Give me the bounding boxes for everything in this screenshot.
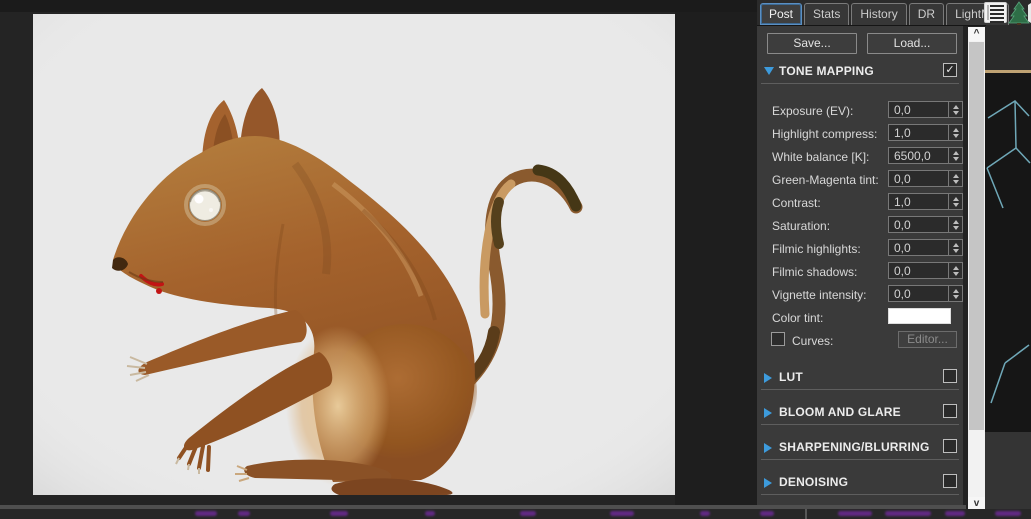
wireframe-lines — [985, 73, 1031, 432]
lut-checkbox[interactable] — [943, 369, 957, 383]
tab-history[interactable]: History — [851, 3, 906, 25]
param-label: Vignette intensity: — [772, 288, 867, 302]
color-tint-row: Color tint: — [757, 308, 963, 331]
section-title: LUT — [779, 370, 803, 384]
render-elements-icon[interactable] — [984, 2, 1007, 23]
curves-checkbox[interactable] — [771, 332, 785, 346]
param-row: Green-Magenta tint: 0,0 — [757, 170, 963, 193]
chevron-down-icon — [764, 67, 774, 75]
spinner-arrows[interactable] — [949, 285, 963, 302]
wireframe-viewport — [985, 73, 1031, 432]
vignette-intensity-input[interactable]: 0,0 — [888, 285, 963, 302]
bottom-background-bar — [0, 509, 1031, 519]
framebuffer-top-strip — [0, 0, 757, 12]
chevron-right-icon — [764, 478, 772, 488]
curves-label: Curves: — [792, 334, 833, 348]
chevron-right-icon — [764, 443, 772, 453]
section-bloom-and-glare[interactable]: BLOOM AND GLARE — [761, 404, 959, 425]
section-lut[interactable]: LUT — [761, 369, 959, 390]
tab-dr[interactable]: DR — [909, 3, 944, 25]
section-title: BLOOM AND GLARE — [779, 405, 901, 419]
param-label: Filmic highlights: — [772, 242, 861, 256]
param-row: Highlight compress: 1,0 — [757, 124, 963, 147]
section-denoising[interactable]: DENOISING — [761, 474, 959, 495]
color-tint-swatch[interactable] — [888, 308, 951, 324]
background-viewport-sliver — [985, 0, 1031, 519]
param-row: Contrast: 1,0 — [757, 193, 963, 216]
post-settings-panel: Save... Load... TONE MAPPING ✓ Exposure … — [757, 0, 963, 505]
tab-post[interactable]: Post — [760, 3, 802, 25]
load-button[interactable]: Load... — [867, 33, 957, 54]
scroll-up-button[interactable]: ^ — [968, 27, 985, 41]
bottom-divider — [805, 509, 807, 519]
tone-mapping-params: Exposure (EV): 0,0 Highlight compress: 1… — [757, 101, 963, 354]
saturation-input[interactable]: 0,0 — [888, 216, 963, 233]
section-title: SHARPENING/BLURRING — [779, 440, 929, 454]
param-row: White balance [K]: 6500,0 — [757, 147, 963, 170]
chevron-right-icon — [764, 408, 772, 418]
spinner-arrows[interactable] — [949, 101, 963, 118]
tone-mapping-checkbox[interactable]: ✓ — [943, 63, 957, 77]
app-window: Save... Load... TONE MAPPING ✓ Exposure … — [0, 0, 1031, 519]
section-title: DENOISING — [779, 475, 848, 489]
param-row: Filmic shadows: 0,0 — [757, 262, 963, 285]
param-label: Green-Magenta tint: — [772, 173, 879, 187]
spinner-arrows[interactable] — [949, 262, 963, 279]
param-row: Filmic highlights: 0,0 — [757, 239, 963, 262]
section-sharpening-blurring[interactable]: SHARPENING/BLURRING — [761, 439, 959, 460]
param-label: Highlight compress: — [772, 127, 877, 141]
param-label: Saturation: — [772, 219, 830, 233]
spinner-arrows[interactable] — [949, 239, 963, 256]
param-label: Color tint: — [772, 311, 823, 325]
tab-stats[interactable]: Stats — [804, 3, 849, 25]
filmic-shadows-input[interactable]: 0,0 — [888, 262, 963, 279]
param-row: Exposure (EV): 0,0 — [757, 101, 963, 124]
param-label: Contrast: — [772, 196, 821, 210]
viewport-lower-area — [985, 432, 1031, 519]
green-magenta-tint-input[interactable]: 0,0 — [888, 170, 963, 187]
sharpening-checkbox[interactable] — [943, 439, 957, 453]
param-label: Exposure (EV): — [772, 104, 853, 118]
spinner-arrows[interactable] — [949, 193, 963, 210]
spinner-arrows[interactable] — [949, 216, 963, 233]
section-tone-mapping[interactable]: TONE MAPPING ✓ — [761, 63, 959, 84]
panel-scrollbar[interactable]: ^ v — [968, 27, 985, 511]
scrollbar-thumb[interactable] — [969, 42, 984, 430]
render-image-squirrel — [33, 14, 675, 495]
param-label: White balance [K]: — [772, 150, 869, 164]
spinner-arrows[interactable] — [949, 124, 963, 141]
param-row: Saturation: 0,0 — [757, 216, 963, 239]
vfb-tab-bar: Post Stats History DR LightMix — [757, 0, 986, 26]
framebuffer-right-gap — [675, 12, 757, 505]
curves-editor-button[interactable]: Editor... — [898, 331, 957, 348]
exposure-input[interactable]: 0,0 — [888, 101, 963, 118]
highlight-compress-input[interactable]: 1,0 — [888, 124, 963, 141]
chevron-right-icon — [764, 373, 772, 383]
save-button[interactable]: Save... — [767, 33, 857, 54]
bloom-checkbox[interactable] — [943, 404, 957, 418]
denoising-checkbox[interactable] — [943, 474, 957, 488]
tree-icon — [1008, 1, 1031, 25]
spinner-arrows[interactable] — [949, 147, 963, 164]
spinner-arrows[interactable] — [949, 170, 963, 187]
filmic-highlights-input[interactable]: 0,0 — [888, 239, 963, 256]
section-title: TONE MAPPING — [779, 64, 874, 78]
white-balance-input[interactable]: 6500,0 — [888, 147, 963, 164]
contrast-input[interactable]: 1,0 — [888, 193, 963, 210]
squirrel-illustration — [33, 14, 675, 495]
param-label: Filmic shadows: — [772, 265, 857, 279]
param-row: Vignette intensity: 0,0 — [757, 285, 963, 308]
curves-row: Curves: Editor... — [757, 331, 963, 354]
